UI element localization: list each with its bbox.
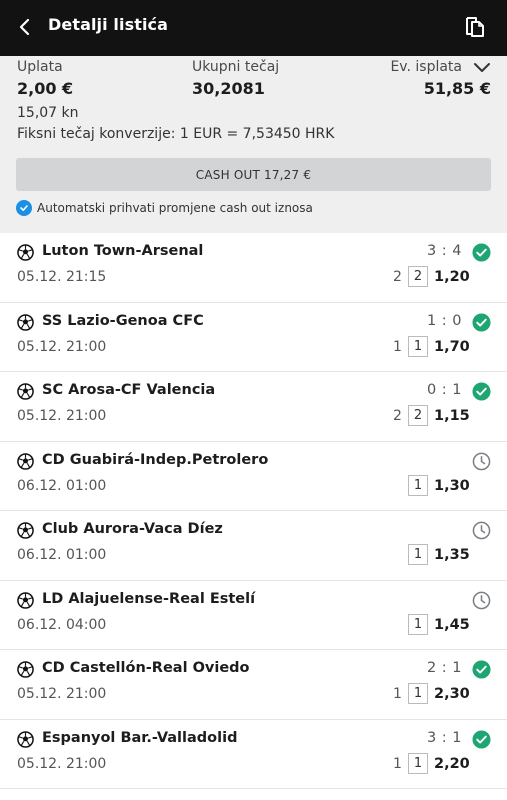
tip-selection: 1 [408,474,428,496]
bet-row[interactable]: SC Arosa-CF Valencia 05.12. 21:00 0 : 1221… [0,372,507,442]
bet-list: Luton Town-Arsenal 05.12. 21:15 3 : 4 2 2 1,2… [0,233,507,789]
soccer-ball-icon [17,313,34,331]
stake-label: Uplata [17,59,63,75]
soccer-ball-icon [17,591,34,609]
back-button[interactable] [10,12,40,42]
tip-selection: 1 [408,683,428,704]
match-name: CD Guabirá-Indep.Petrolero [42,451,269,468]
match-name: Espanyol Bar.-Valladolid [42,729,238,746]
auto-accept-label: Automatski prihvati promjene cash out iz… [37,201,313,215]
bet-odd: 1,35 [434,547,470,563]
cash-out-button[interactable]: CASH OUT 17,27 € [16,158,491,191]
chevron-left-icon [19,18,30,36]
match-datetime: 06.12. 01:00 [17,477,107,494]
bet-odd: 1,45 [434,616,470,633]
bet-row[interactable]: LD Alajuelense-Real Estelí 06.12. 04:00 1 1… [0,581,507,650]
soccer-ball-icon [17,383,34,400]
tip-result: 2 [393,269,402,285]
tip-selection: 1 [408,613,428,635]
match-score: 2 : 1 [426,660,462,676]
payout-label: Ev. isplata [390,59,462,75]
match-score: 3 : 1 [426,729,462,746]
soccer-ball-icon [17,244,34,261]
bet-row[interactable]: CD Guabirá-Indep.Petrolero 06.12. 01:00 1 1… [0,442,507,511]
match-name: SC Arosa-CF Valencia [42,382,216,398]
match-datetime: 05.12. 21:15 [17,269,107,285]
match-name: Club Aurora-Vaca Díez [42,521,223,537]
payout-value: 51,85 € [423,79,491,98]
match-datetime: 05.12. 21:00 [17,686,107,702]
won-check-icon [472,312,491,332]
match-datetime: 05.12. 21:00 [17,338,107,355]
copy-button[interactable] [461,13,489,41]
checkmark-icon [16,200,32,216]
stake-kn-value: 15,07 kn [17,105,79,121]
tip-selection: 2 [408,405,428,426]
bet-odd: 1,20 [434,269,470,285]
page-title: Detalji listića [48,15,169,34]
bet-row[interactable]: SS Lazio-Genoa CFC 05.12. 21:00 1 : 0 1 1 1,7… [0,303,507,372]
tip-selection: 2 [408,266,428,287]
bet-row[interactable]: Luton Town-Arsenal 05.12. 21:15 3 : 4 2 2 1,2… [0,233,507,303]
match-datetime: 06.12. 01:00 [17,547,107,563]
tip-selection: 1 [408,335,428,357]
chevron-down-icon[interactable] [472,60,492,76]
stake-value: 2,00 € [17,79,74,98]
total-odds-value: 30,2081 [192,79,265,98]
bet-row[interactable]: Espanyol Bar.-Valladolid 05.12. 21:00 3 : … [0,720,507,789]
bet-row[interactable]: Club Aurora-Vaca Díez 06.12. 01:00 1 1,35 [0,511,507,581]
bet-odd: 1,15 [434,408,470,424]
top-bar: Detalji listića [0,0,507,56]
clock-icon [472,591,491,610]
tip-result: 1 [393,755,402,772]
match-datetime: 06.12. 04:00 [17,616,107,633]
won-check-icon [472,382,491,401]
tip-result: 2 [393,408,402,424]
match-score: 0 : 1 [426,382,462,398]
clock-icon [472,521,491,540]
bet-odd: 1,30 [434,477,470,494]
soccer-ball-icon [17,452,34,470]
won-check-icon [472,660,491,679]
clock-icon [472,452,491,471]
won-check-icon [472,729,491,749]
ticket-summary: Uplata 2,00 € Ukupni tečaj 30,2081 Ev. i… [0,56,507,233]
auto-accept-checkbox[interactable]: Automatski prihvati promjene cash out iz… [16,200,313,216]
total-odds-label: Ukupni tečaj [192,59,280,75]
tip-result: 1 [393,686,402,702]
match-name: LD Alajuelense-Real Estelí [42,590,256,607]
tip-result: 1 [393,338,402,355]
bet-odd: 2,30 [434,686,470,702]
match-score: 3 : 4 [426,243,462,259]
tip-selection: 1 [408,752,428,774]
bet-odd: 1,70 [434,338,470,355]
conversion-rate: Fiksni tečaj konverzije: 1 EUR = 7,53450… [17,126,335,142]
soccer-ball-icon [17,522,34,539]
match-datetime: 05.12. 21:00 [17,408,107,424]
bet-odd: 2,20 [434,755,470,772]
bet-row[interactable]: CD Castellón-Real Oviedo 05.12. 21:00 2 : … [0,650,507,720]
match-name: CD Castellón-Real Oviedo [42,660,250,676]
match-score: 1 : 0 [426,312,462,329]
match-name: SS Lazio-Genoa CFC [42,312,204,329]
match-datetime: 05.12. 21:00 [17,755,107,772]
tip-selection: 1 [408,544,428,565]
soccer-ball-icon [17,661,34,678]
won-check-icon [472,243,491,262]
copy-icon [466,17,484,37]
match-name: Luton Town-Arsenal [42,243,204,259]
soccer-ball-icon [17,730,34,748]
